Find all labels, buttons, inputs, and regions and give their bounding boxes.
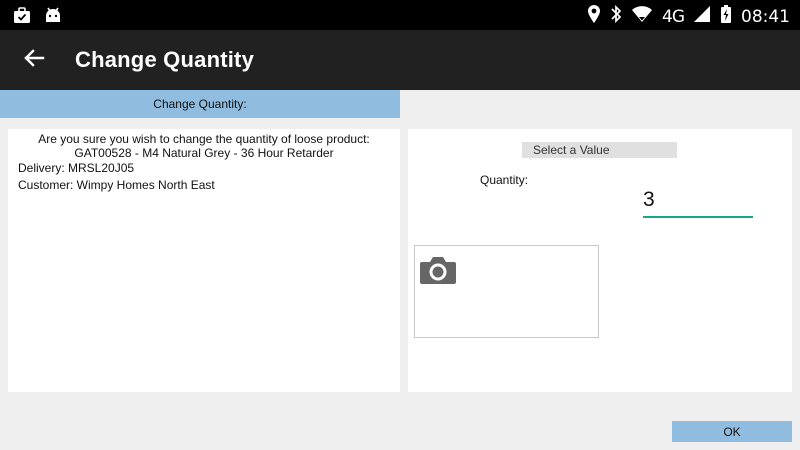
confirmation-prompt: Are you sure you wish to change the quan… bbox=[8, 129, 400, 160]
section-header: Change Quantity: bbox=[0, 90, 400, 118]
wifi-icon bbox=[631, 5, 653, 28]
status-right-icons: 4G 08:41 bbox=[587, 4, 790, 29]
camera-icon bbox=[419, 254, 457, 291]
battery-charging-icon bbox=[720, 4, 732, 29]
select-value-button[interactable]: Select a Value bbox=[522, 142, 677, 158]
status-bar: 4G 08:41 bbox=[0, 0, 800, 30]
quantity-input[interactable] bbox=[643, 184, 753, 218]
quantity-label: Quantity: bbox=[480, 173, 529, 187]
app-bar: Change Quantity bbox=[0, 30, 800, 90]
prompt-line-1: Are you sure you wish to change the quan… bbox=[38, 132, 370, 146]
product-line: GAT00528 - M4 Natural Grey - 36 Hour Ret… bbox=[74, 146, 334, 160]
back-button[interactable] bbox=[16, 45, 52, 75]
ok-button[interactable]: OK bbox=[672, 421, 792, 442]
status-left-icons bbox=[12, 5, 62, 30]
network-type-label: 4G bbox=[662, 6, 685, 27]
customer-info: Customer: Wimpy Homes North East bbox=[18, 178, 215, 192]
status-time: 08:41 bbox=[741, 6, 790, 27]
quantity-panel: Select a Value Quantity: bbox=[408, 129, 792, 392]
page-title: Change Quantity bbox=[75, 47, 255, 72]
android-debug-icon bbox=[44, 5, 62, 30]
details-panel: Are you sure you wish to change the quan… bbox=[8, 129, 400, 392]
bluetooth-icon bbox=[610, 4, 622, 29]
photo-capture-box[interactable] bbox=[414, 245, 599, 338]
briefcase-check-icon bbox=[12, 5, 32, 30]
arrow-left-icon bbox=[22, 46, 46, 75]
delivery-info: Delivery: MRSL20J05 bbox=[18, 161, 135, 175]
location-icon bbox=[587, 4, 601, 29]
signal-icon bbox=[693, 5, 711, 28]
